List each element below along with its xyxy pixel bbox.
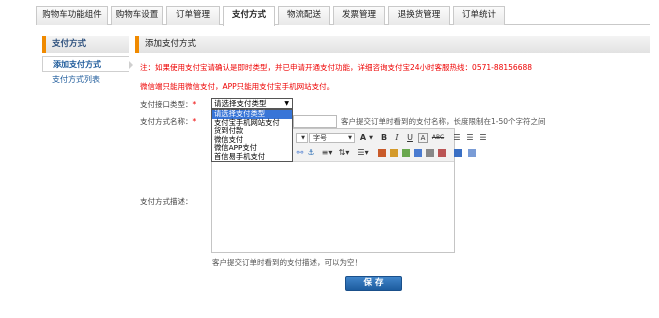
page-title: 添加支付方式 <box>135 36 650 53</box>
tab-cart-components[interactable]: 购物车功能组件 <box>36 6 108 25</box>
font-size-select[interactable]: 字号 ▼ <box>309 133 355 143</box>
anchor-icon[interactable]: ⚓ <box>307 148 315 158</box>
method-name-label-text: 支付方式名称： <box>140 117 193 126</box>
italic-button[interactable]: I <box>392 133 402 143</box>
required-mark: * <box>192 100 197 109</box>
tab-invoice-management[interactable]: 发票管理 <box>333 6 385 25</box>
font-size-grow-button[interactable]: A <box>358 133 368 143</box>
align-right-icon[interactable]: ☰ <box>478 133 488 143</box>
tab-logistics[interactable]: 物流配送 <box>278 6 330 25</box>
sidebar: 支付方式 添加支付方式 支付方式列表 <box>42 36 133 88</box>
fullscreen-icon[interactable] <box>468 149 476 157</box>
paragraph-format-icon[interactable]: ⇅▾ <box>337 148 351 158</box>
sidebar-title: 支付方式 <box>42 36 129 53</box>
tab-payment-methods[interactable]: 支付方式 <box>223 6 275 26</box>
interface-type-label-text: 支付接口类型： <box>140 100 193 109</box>
method-name-label: 支付方式名称：* <box>140 116 196 127</box>
source-code-icon[interactable] <box>454 149 462 157</box>
sidebar-item-add-payment[interactable]: 添加支付方式 <box>42 56 133 72</box>
align-center-icon[interactable]: ☰ <box>465 133 475 143</box>
method-name-hint: 客户提交订单时看到的支付名称，长度限制在1-50个字符之间 <box>341 117 546 126</box>
tab-order-statistics[interactable]: 订单统计 <box>453 6 505 25</box>
required-mark: * <box>192 117 197 126</box>
interface-type-dropdown: 请选择支付类型 支付宝手机网站支付 货到付款 微信支付 微信APP支付 首信易手… <box>211 109 293 162</box>
indent-icon[interactable]: ☰▾ <box>356 148 370 158</box>
font-color-button[interactable]: A <box>418 133 428 143</box>
link-icon[interactable]: ⚯ <box>296 148 304 158</box>
special-char-icon[interactable] <box>438 149 446 157</box>
table-icon[interactable] <box>426 149 434 157</box>
alipay-notice: 注：如果使用支付宝请确认是即时类型，并已申请开通支付功能，详细咨询支付宝24小时… <box>140 63 533 72</box>
underline-button[interactable]: U <box>405 133 415 143</box>
tab-cart-settings[interactable]: 购物车设置 <box>111 6 163 25</box>
interface-type-selected-value: 请选择支付类型 <box>214 99 267 108</box>
align-left-icon[interactable]: ☰ <box>452 133 462 143</box>
strikethrough-button[interactable]: ABC <box>431 133 445 143</box>
emoticon-icon[interactable] <box>390 149 398 157</box>
description-hint: 客户提交订单时看到的支付描述，可以为空！ <box>212 258 362 267</box>
description-label: 支付方式描述： <box>140 197 193 206</box>
top-tab-bar: 购物车功能组件 购物车设置 订单管理 支付方式 物流配送 发票管理 退换货管理 … <box>36 6 650 26</box>
interface-type-label: 支付接口类型：* <box>140 99 196 110</box>
font-family-select[interactable]: ▼ <box>296 133 308 143</box>
method-name-input[interactable] <box>293 115 337 128</box>
sidebar-item-payment-list[interactable]: 支付方式列表 <box>42 72 129 88</box>
flash-icon[interactable] <box>402 149 410 157</box>
tab-returns-management[interactable]: 退换货管理 <box>388 6 450 25</box>
interface-type-select[interactable]: 请选择支付类型 ▼ <box>211 98 293 109</box>
dropdown-option[interactable]: 首信易手机支付 <box>212 152 292 162</box>
bold-button[interactable]: B <box>379 133 389 143</box>
tab-order-management[interactable]: 订单管理 <box>166 6 220 25</box>
image-icon[interactable] <box>378 149 386 157</box>
media-icon[interactable] <box>414 149 422 157</box>
font-size-label: 字号 <box>313 134 327 142</box>
wechat-app-notice: 微信端只能用微信支付，APP只能用支付宝手机网站支付。 <box>140 82 335 91</box>
dropdown-arrow-icon: ▼ <box>284 100 289 107</box>
save-button[interactable]: 保 存 <box>345 276 402 291</box>
chevron-down-icon[interactable]: ▼ <box>368 133 374 143</box>
line-height-icon[interactable]: ≡▾ <box>320 148 334 158</box>
